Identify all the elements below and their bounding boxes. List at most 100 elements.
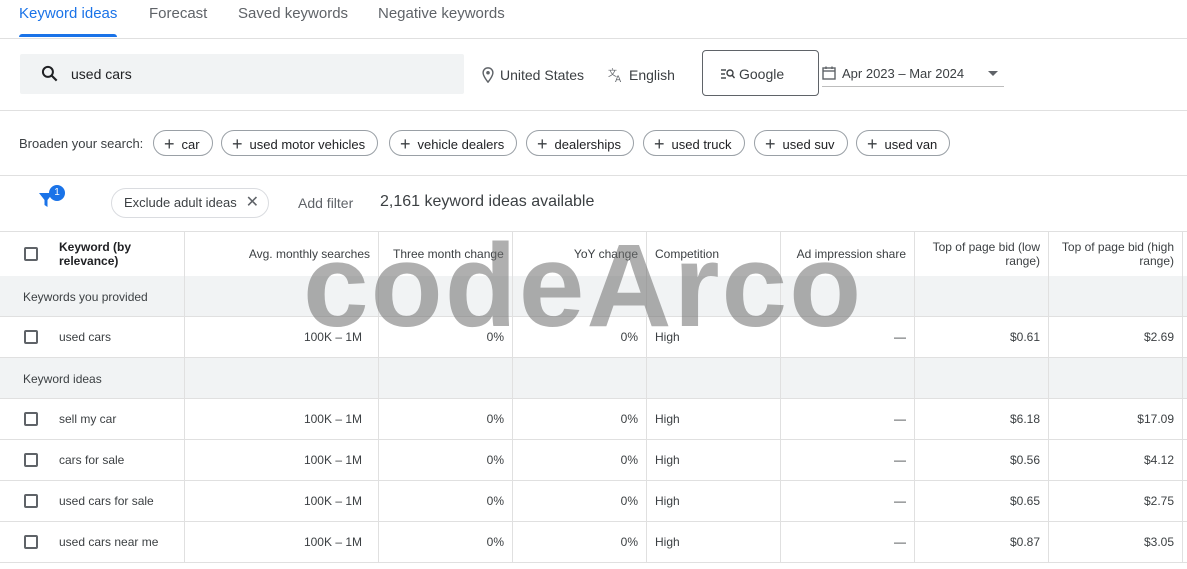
top-bid-high-cell: $17.09 xyxy=(1137,412,1174,426)
ad-impression-share-cell: — xyxy=(894,330,906,344)
yoy-change-cell: 0% xyxy=(620,535,638,549)
search-settings-row: used cars United States 文A English Googl… xyxy=(0,38,1187,111)
header-label: Keyword (by relevance) xyxy=(59,240,132,268)
column-header-three-month-change[interactable]: Three month change xyxy=(378,232,512,276)
row-checkbox[interactable] xyxy=(24,535,38,549)
plus-icon: + xyxy=(400,134,411,154)
column-header-avg-monthly-searches[interactable]: Avg. monthly searches xyxy=(184,232,378,276)
plus-icon: + xyxy=(164,134,175,154)
column-header-top-bid-high[interactable]: Top of page bid (high range) xyxy=(1048,232,1182,276)
top-bid-low-cell: $0.56 xyxy=(1009,453,1040,467)
keyword-cell: used cars xyxy=(59,330,112,344)
search-query: used cars xyxy=(71,66,132,82)
search-network-selector[interactable]: Google xyxy=(702,50,819,96)
location-label: United States xyxy=(500,67,585,83)
broaden-chip-used-motor-vehicles[interactable]: + used motor vehicles xyxy=(221,130,379,156)
column-header-competition[interactable]: Competition xyxy=(646,232,780,276)
top-bid-low-cell: $6.18 xyxy=(1009,412,1040,426)
tab-label: Saved keywords xyxy=(238,5,349,22)
date-range-selector[interactable]: Apr 2023 – Mar 2024 xyxy=(822,64,1004,87)
tab-label: Negative keywords xyxy=(378,5,505,22)
header-label: Top of page bid (low range) xyxy=(932,240,1040,268)
broaden-chip-used-truck[interactable]: + used truck xyxy=(643,130,745,156)
tab-negative-keywords[interactable]: Negative keywords xyxy=(378,0,505,37)
three-month-change-cell: 0% xyxy=(486,453,504,467)
date-range-label: Apr 2023 – Mar 2024 xyxy=(842,66,965,81)
avg-searches-cell: 100K – 1M xyxy=(303,453,362,467)
row-checkbox[interactable] xyxy=(24,453,38,467)
column-header-yoy-change[interactable]: YoY change xyxy=(512,232,646,276)
ad-impression-share-cell: — xyxy=(894,494,906,508)
broaden-chip-vehicle-dealers[interactable]: + vehicle dealers xyxy=(389,130,518,156)
tab-saved-keywords[interactable]: Saved keywords xyxy=(238,0,348,37)
broaden-chip-car[interactable]: + car xyxy=(153,130,213,156)
language-label: English xyxy=(629,67,675,83)
header-label: Three month change xyxy=(393,247,504,261)
exclude-adult-ideas-chip[interactable]: Exclude adult ideas ✕ xyxy=(111,188,269,218)
table-row: cars for sale 100K – 1M 0% 0% High — $0.… xyxy=(0,440,1187,481)
competition-cell: High xyxy=(655,535,680,549)
section-header-ideas: Keyword ideas xyxy=(0,358,1187,399)
broaden-label: Broaden your search: xyxy=(19,136,144,151)
top-bid-high-cell: $2.75 xyxy=(1143,494,1174,508)
keyword-cell: cars for sale xyxy=(59,453,125,467)
chip-label: used motor vehicles xyxy=(249,137,366,152)
select-all-checkbox[interactable] xyxy=(24,247,38,261)
tab-bar: Keyword ideas Forecast Saved keywords Ne… xyxy=(0,0,1187,39)
row-checkbox[interactable] xyxy=(24,494,38,508)
column-header-top-bid-low[interactable]: Top of page bid (low range) xyxy=(914,232,1048,276)
top-bid-low-cell: $0.61 xyxy=(1009,330,1040,344)
broaden-search-bar: Broaden your search: + car + used motor ve… xyxy=(0,111,1187,176)
keyword-search-input[interactable]: used cars xyxy=(20,54,464,94)
broaden-chip-dealerships[interactable]: + dealerships xyxy=(526,130,635,156)
column-divider xyxy=(184,231,185,563)
three-month-change-cell: 0% xyxy=(486,494,504,508)
top-bid-high-cell: $3.05 xyxy=(1143,535,1174,549)
plus-icon: + xyxy=(765,134,776,154)
column-divider xyxy=(1182,231,1183,563)
table-row: used cars near me 100K – 1M 0% 0% High —… xyxy=(0,522,1187,563)
tab-keyword-ideas[interactable]: Keyword ideas xyxy=(19,0,118,37)
column-header-keyword[interactable]: Keyword (by relevance) xyxy=(59,232,179,276)
competition-cell: High xyxy=(655,412,680,426)
translate-icon: 文A xyxy=(608,67,622,83)
avg-searches-cell: 100K – 1M xyxy=(303,330,362,344)
language-selector[interactable]: 文A English xyxy=(608,67,675,83)
column-divider xyxy=(914,231,915,563)
tab-forecast[interactable]: Forecast xyxy=(149,0,207,37)
top-bid-low-cell: $0.65 xyxy=(1009,494,1040,508)
calendar-icon xyxy=(822,66,836,80)
competition-cell: High xyxy=(655,453,680,467)
location-selector[interactable]: United States xyxy=(481,67,584,83)
column-divider xyxy=(646,231,647,563)
broaden-chip-used-suv[interactable]: + used suv xyxy=(754,130,848,156)
table-row: sell my car 100K – 1M 0% 0% High — $6.18… xyxy=(0,399,1187,440)
chip-label: vehicle dealers xyxy=(417,137,505,152)
broaden-chip-used-van[interactable]: + used van xyxy=(856,130,951,156)
header-label: Competition xyxy=(655,247,720,261)
close-icon[interactable]: ✕ xyxy=(246,189,259,217)
network-label: Google xyxy=(739,66,785,82)
svg-text:A: A xyxy=(615,75,622,83)
section-label: Keyword ideas xyxy=(23,372,102,386)
plus-icon: + xyxy=(537,134,548,154)
header-label: Avg. monthly searches xyxy=(248,247,370,261)
active-tab-indicator xyxy=(19,34,118,37)
avg-searches-cell: 100K – 1M xyxy=(303,494,362,508)
three-month-change-cell: 0% xyxy=(486,412,504,426)
table-row: used cars 100K – 1M 0% 0% High — $0.61 $… xyxy=(0,317,1187,358)
header-label: Ad impression share xyxy=(796,247,906,261)
column-header-ad-impression-share[interactable]: Ad impression share xyxy=(780,232,914,276)
chip-label: used suv xyxy=(782,137,835,152)
row-checkbox[interactable] xyxy=(24,330,38,344)
plus-icon: + xyxy=(654,134,665,154)
ad-impression-share-cell: — xyxy=(894,412,906,426)
add-filter-button[interactable]: Add filter xyxy=(298,195,353,211)
yoy-change-cell: 0% xyxy=(620,494,638,508)
competition-cell: High xyxy=(655,330,680,344)
row-checkbox[interactable] xyxy=(24,412,38,426)
three-month-change-cell: 0% xyxy=(486,330,504,344)
header-label: YoY change xyxy=(573,247,638,261)
table-row: used cars for sale 100K – 1M 0% 0% High … xyxy=(0,481,1187,522)
top-bid-high-cell: $2.69 xyxy=(1143,330,1174,344)
